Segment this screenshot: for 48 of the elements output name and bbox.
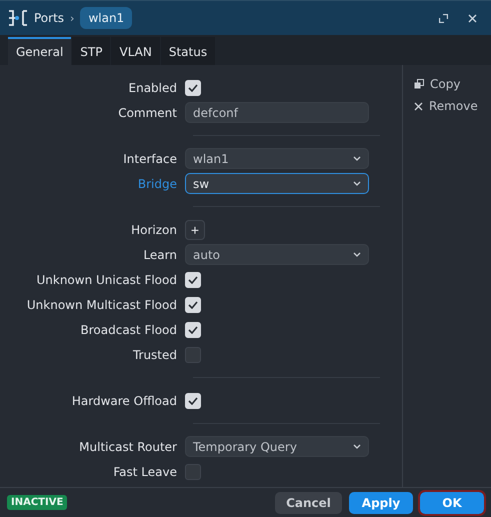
field-label: Enabled [128,80,178,94]
dropdown[interactable]: sw [185,173,369,194]
remove-action[interactable]: Remove [403,95,489,117]
checkbox[interactable] [185,346,201,362]
checkmark-icon [188,84,198,92]
breadcrumb-link[interactable]: Ports [34,11,64,25]
field-label: Horizon [130,222,178,236]
breadcrumb-item[interactable]: wlan1 [80,7,132,29]
tab[interactable]: STP [72,37,110,65]
breadcrumb-separator: › [70,12,74,24]
field-label: Unknown Unicast Flood [35,272,178,286]
status-badge: INACTIVE [7,495,68,510]
dialog-button[interactable]: Cancel [275,492,342,514]
chevron-down-icon [353,156,361,161]
checkmark-icon [188,276,198,284]
tab[interactable]: General [8,37,72,65]
dialog-button[interactable]: Apply [349,492,413,514]
tab[interactable]: VLAN [111,37,160,65]
field-label: Learn [142,248,178,262]
chevron-down-icon [353,181,361,186]
field-label: Hardware Offload [70,394,178,408]
field-label: Trusted [132,348,178,362]
dropdown[interactable]: auto [185,244,369,265]
restore-icon[interactable] [439,14,448,22]
field-label: Unknown Multicast Flood [26,298,178,312]
checkbox[interactable] [185,464,201,480]
bridge-ports-icon [8,9,28,27]
dropdown[interactable]: wlan1 [185,148,369,169]
field-label: Multicast Router [78,440,178,454]
tab[interactable]: Status [160,37,216,65]
field-label: Broadcast Flood [80,322,178,336]
chevron-down-icon [353,444,361,449]
input-field[interactable]: defconf [185,102,369,123]
checkmark-icon [188,396,198,404]
close-icon [414,102,423,110]
field-label: Interface [122,152,178,166]
close-icon[interactable] [468,14,477,22]
dialog-button[interactable]: OK [420,492,484,514]
copy-icon [414,79,424,89]
field-label: Comment [117,106,178,120]
add-button[interactable]: + [185,220,205,240]
chevron-down-icon [353,252,361,257]
dropdown[interactable]: Temporary Query [185,436,369,457]
copy-action[interactable]: Copy [403,73,472,95]
checkmark-icon [188,300,198,308]
field-label: Fast Leave [112,464,178,478]
field-label: Bridge [136,176,178,190]
checkmark-icon [188,326,198,334]
